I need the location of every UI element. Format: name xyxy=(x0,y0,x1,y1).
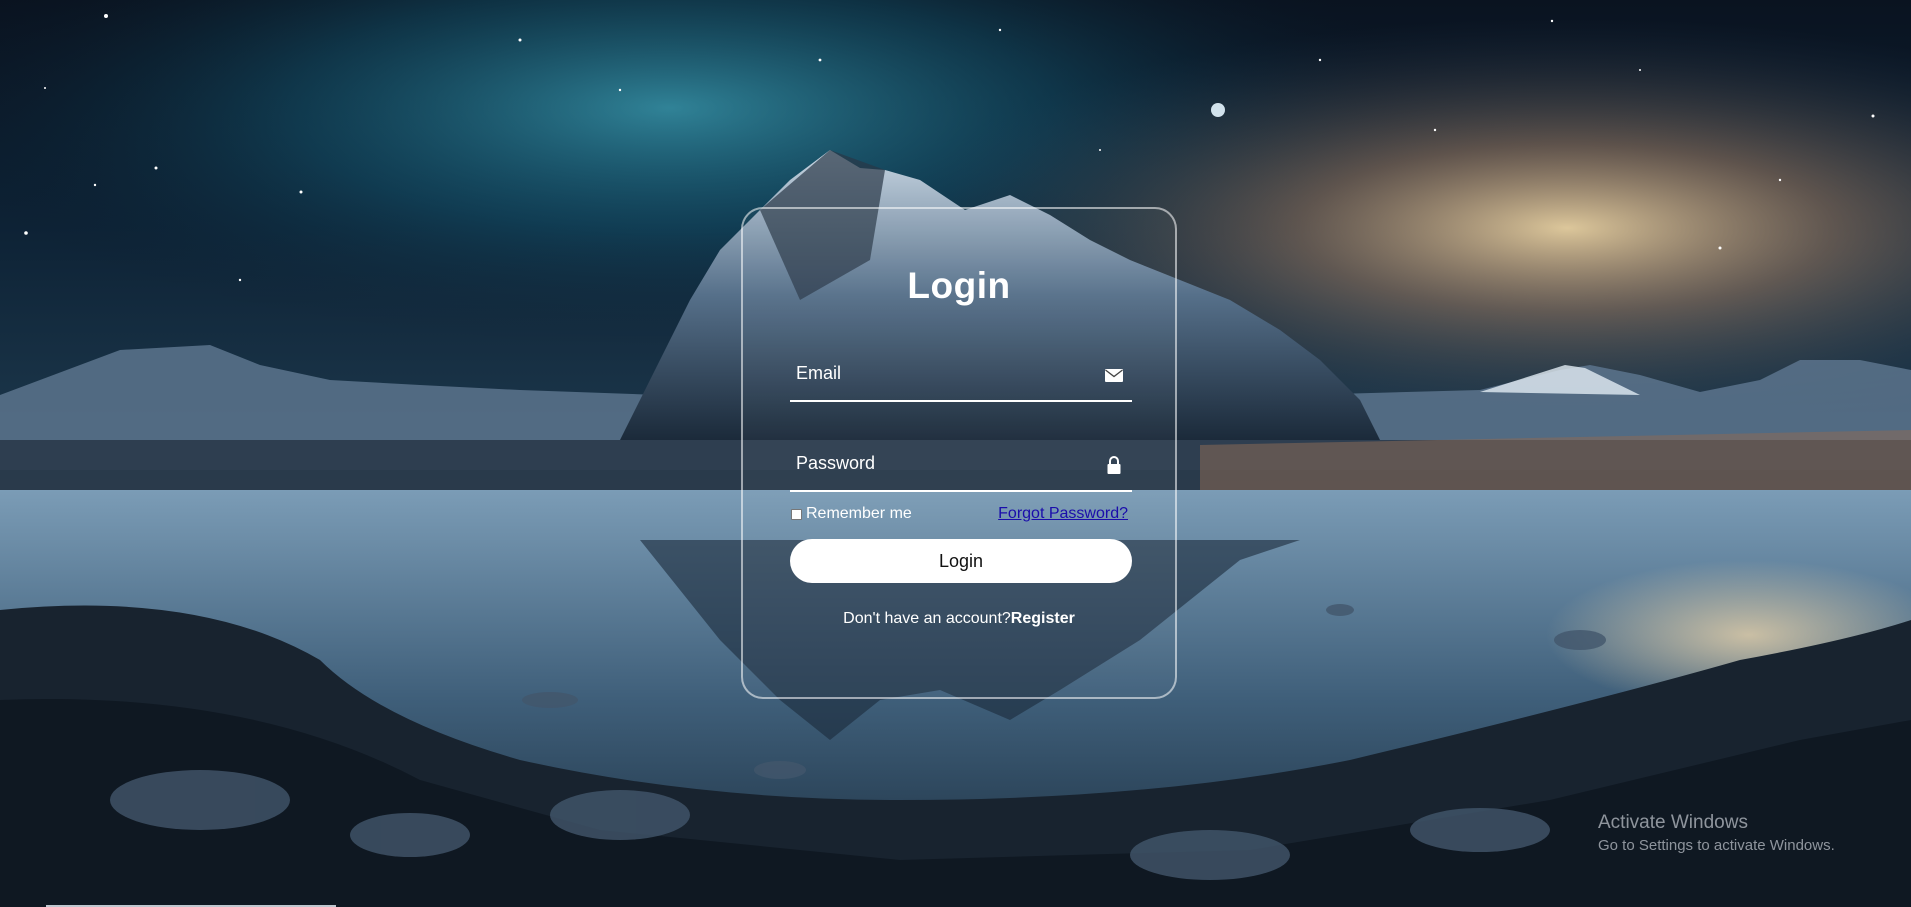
email-field[interactable]: Email xyxy=(790,356,1132,402)
watermark-title: Activate Windows xyxy=(1598,812,1748,833)
envelope-icon xyxy=(1104,365,1124,385)
password-field[interactable]: Password xyxy=(790,446,1132,492)
register-prompt-text: Don't have an account? xyxy=(843,610,1011,627)
windows-activation-watermark: Activate Windows Go to Settings to activ… xyxy=(1598,812,1835,854)
login-button[interactable]: Login xyxy=(790,539,1132,583)
login-title: Login xyxy=(907,265,1011,306)
email-placeholder: Email xyxy=(796,363,842,383)
remember-me[interactable]: Remember me xyxy=(791,505,912,523)
login-card: Login Email Password Remember me Forgot … xyxy=(741,207,1177,699)
forgot-password-link[interactable]: Forgot Password? xyxy=(998,505,1128,523)
register-link[interactable]: Register xyxy=(1011,610,1075,627)
remember-label: Remember me xyxy=(806,505,912,522)
remember-checkbox[interactable] xyxy=(791,508,802,520)
password-placeholder: Password xyxy=(796,453,876,473)
register-prompt: Don't have an account?Register xyxy=(743,610,1175,628)
watermark-subtitle: Go to Settings to activate Windows. xyxy=(1598,837,1835,854)
lock-icon xyxy=(1104,455,1124,475)
